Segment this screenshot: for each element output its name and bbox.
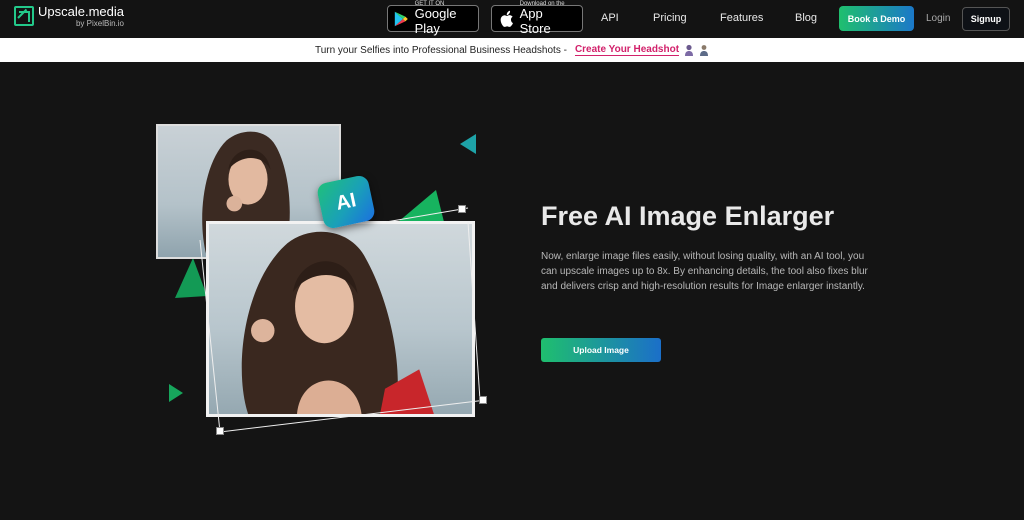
login-link[interactable]: Login	[926, 13, 950, 24]
app-store-button[interactable]: Download on the App Store	[491, 1, 583, 35]
female-avatar-icon	[685, 44, 694, 56]
triangle-decoration-icon	[169, 384, 183, 402]
promo-banner: Turn your Selfies into Professional Busi…	[0, 38, 1024, 62]
crop-handle[interactable]	[479, 396, 487, 404]
hero-title: Free AI Image Enlarger	[541, 201, 835, 231]
hero-description: Now, enlarge image files easily, without…	[541, 251, 868, 292]
crop-frame-lines	[199, 207, 487, 433]
google-play-big: Google Play	[414, 6, 457, 36]
signup-button[interactable]: Signup	[962, 7, 1010, 31]
brand-name: Upscale.media	[38, 4, 124, 19]
app-store-big: App Store	[519, 6, 551, 36]
banner-text: Turn your Selfies into Professional Busi…	[314, 44, 567, 56]
male-avatar-icon	[700, 45, 709, 56]
create-headshot-link[interactable]: Create Your Headshot	[574, 44, 680, 56]
triangle-decoration-icon	[460, 134, 476, 154]
brand-logo[interactable]: Upscale.media by PixelBin.io	[14, 5, 124, 28]
top-navbar: Upscale.media by PixelBin.io GET IT ON G…	[0, 0, 1024, 38]
google-play-icon	[394, 11, 408, 26]
upload-image-button[interactable]: Upload Image	[541, 338, 661, 362]
nav-link-features[interactable]: Features	[720, 12, 763, 24]
nav-link-api[interactable]: API	[601, 12, 619, 24]
apple-icon	[500, 10, 513, 27]
book-demo-button[interactable]: Book a Demo	[839, 6, 914, 31]
brand-sub: by PixelBin.io	[75, 19, 124, 28]
upscale-arrow-icon	[14, 6, 34, 26]
nav-link-blog[interactable]: Blog	[795, 12, 817, 24]
google-play-button[interactable]: GET IT ON Google Play	[387, 1, 479, 35]
crop-handle[interactable]	[216, 427, 224, 435]
crop-handle[interactable]	[458, 205, 466, 213]
nav-link-pricing[interactable]: Pricing	[653, 12, 687, 24]
